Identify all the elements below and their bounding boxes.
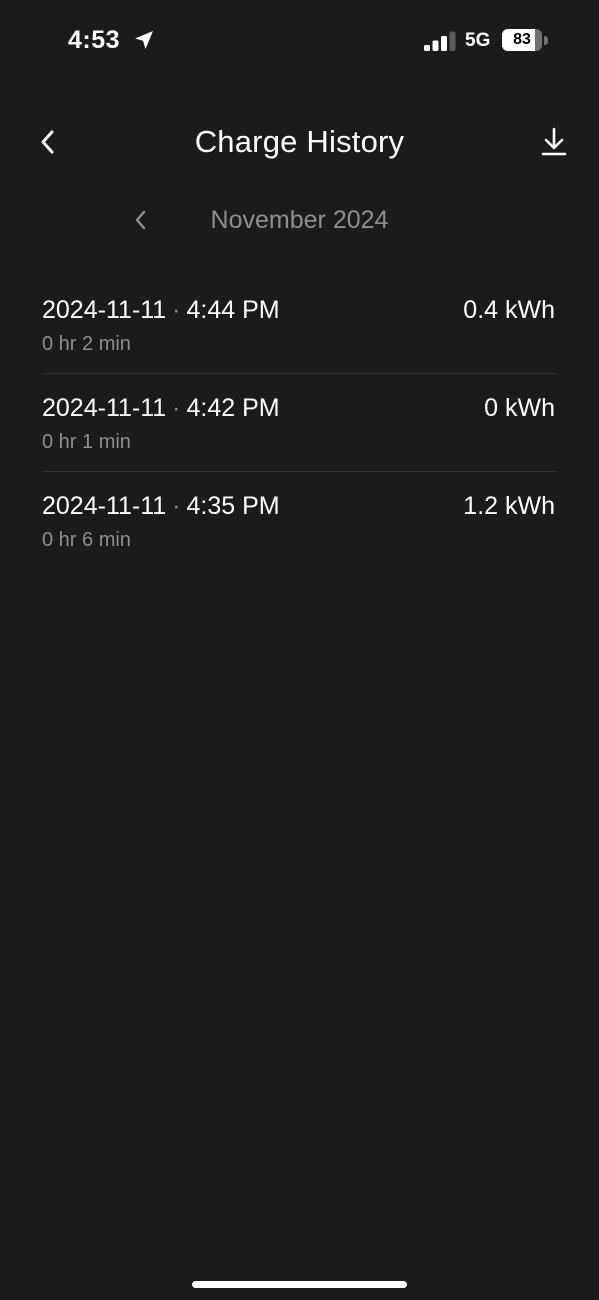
network-type-label: 5G [465,30,491,51]
month-selector: November 2024 [0,196,599,244]
battery-body: 83 [502,29,542,51]
battery-cap [544,36,548,45]
signal-bar [441,36,447,51]
battery-percent: 83 [513,31,531,48]
signal-bar [432,40,439,51]
download-icon [541,127,567,156]
charge-history-list: 2024-11-11 · 4:44 PM 0 hr 2 min 0.4 kWh 20… [42,276,557,569]
charge-datetime: 2024-11-11 · 4:42 PM [42,392,280,424]
charge-row[interactable]: 2024-11-11 · 4:44 PM 0 hr 2 min 0.4 kWh [42,276,557,374]
charge-time: 4:42 PM [186,394,280,422]
month-label: November 2024 [210,206,389,234]
separator-dot: · [172,394,181,422]
charge-row[interactable]: 2024-11-11 · 4:35 PM 0 hr 6 min 1.2 kWh [42,472,557,569]
battery-indicator: 83 [502,29,550,53]
signal-bar [424,45,430,51]
home-indicator[interactable] [192,1281,407,1288]
charge-row[interactable]: 2024-11-11 · 4:42 PM 0 hr 1 min 0 kWh [42,374,557,472]
charge-datetime: 2024-11-11 · 4:44 PM [42,294,280,326]
charge-date: 2024-11-11 [42,394,167,422]
separator-dot: · [172,492,181,520]
charge-time: 4:35 PM [186,492,280,520]
charge-energy: 0.4 kWh [463,296,555,324]
charge-datetime: 2024-11-11 · 4:35 PM [42,490,280,522]
page-title: Charge History [194,124,405,159]
charge-date: 2024-11-11 [42,492,167,520]
cellular-signal-icon [424,31,456,51]
charge-duration: 0 hr 6 min [42,529,131,551]
status-time: 4:53 [68,26,121,54]
header: Charge History [0,110,599,174]
location-arrow-icon [135,31,153,49]
charge-time: 4:44 PM [186,296,280,324]
charge-duration: 0 hr 1 min [42,431,131,453]
charge-energy: 0 kWh [484,394,555,422]
download-button[interactable] [536,122,572,162]
charge-date: 2024-11-11 [42,296,167,324]
charge-energy: 1.2 kWh [463,492,555,520]
status-bar: 4:53 5G 83 [0,0,599,80]
charge-duration: 0 hr 2 min [42,333,131,355]
separator-dot: · [172,296,181,324]
signal-bar [449,31,456,51]
